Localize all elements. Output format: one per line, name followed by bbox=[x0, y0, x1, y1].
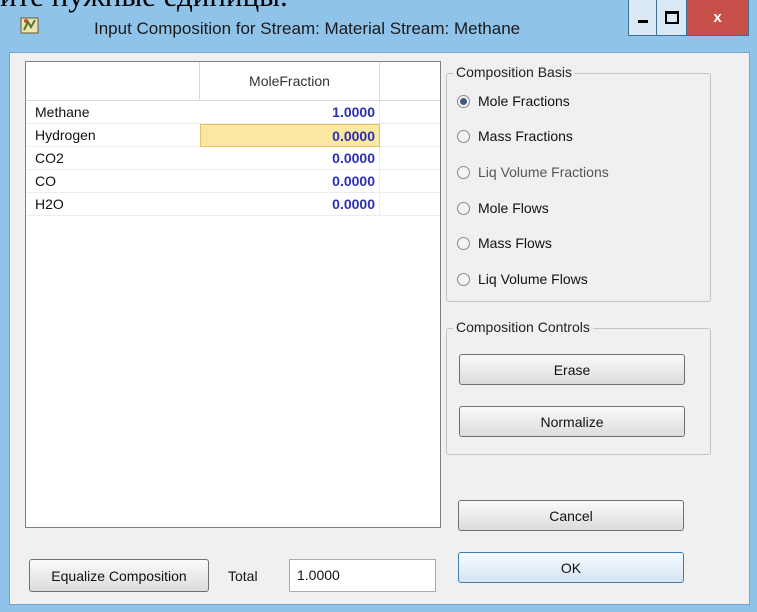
radio-liq-volume-fractions: Liq Volume Fractions bbox=[457, 162, 609, 182]
document-text-fragment: ите нужные единицы. bbox=[0, 0, 757, 18]
minimize-icon bbox=[637, 20, 648, 23]
ok-button[interactable]: OK bbox=[458, 552, 684, 583]
row-filler bbox=[380, 170, 440, 193]
row-filler bbox=[380, 101, 440, 124]
erase-button[interactable]: Erase bbox=[459, 354, 685, 385]
component-name: CO bbox=[26, 170, 200, 193]
dialog-body: MoleFraction Methane 1.0000 Hydrogen 0.0… bbox=[9, 52, 750, 605]
radio-label: Liq Volume Flows bbox=[478, 271, 588, 287]
radio-icon bbox=[457, 165, 470, 179]
column-header-molefraction[interactable]: MoleFraction bbox=[200, 62, 380, 101]
radio-mass-flows[interactable]: Mass Flows bbox=[457, 233, 552, 253]
composition-basis-title: Composition Basis bbox=[453, 64, 575, 80]
mole-fraction-cell[interactable]: 0.0000 bbox=[200, 170, 380, 193]
equalize-composition-button[interactable]: Equalize Composition bbox=[29, 559, 209, 592]
cancel-button[interactable]: Cancel bbox=[458, 500, 684, 531]
mole-fraction-cell[interactable]: 0.0000 bbox=[200, 193, 380, 216]
row-filler bbox=[380, 147, 440, 170]
grid-corner-header bbox=[26, 62, 200, 101]
radio-mole-flows[interactable]: Mole Flows bbox=[457, 198, 549, 218]
table-row[interactable]: Methane 1.0000 bbox=[26, 101, 440, 124]
table-row[interactable]: Hydrogen 0.0000 bbox=[26, 124, 440, 147]
radio-icon bbox=[457, 272, 470, 286]
table-row[interactable]: H2O 0.0000 bbox=[26, 193, 440, 216]
component-name: Methane bbox=[26, 101, 200, 124]
composition-controls-group: Composition Controls Erase Normalize bbox=[446, 319, 711, 455]
window-title: Input Composition for Stream: Material S… bbox=[94, 19, 521, 38]
radio-icon bbox=[457, 129, 470, 143]
mole-fraction-cell[interactable]: 0.0000 bbox=[200, 147, 380, 170]
radio-label: Mass Flows bbox=[478, 235, 552, 251]
table-row[interactable]: CO2 0.0000 bbox=[26, 147, 440, 170]
composition-grid[interactable]: MoleFraction Methane 1.0000 Hydrogen 0.0… bbox=[25, 61, 441, 528]
radio-label: Mole Flows bbox=[478, 200, 549, 216]
radio-label: Liq Volume Fractions bbox=[478, 164, 609, 180]
normalize-button[interactable]: Normalize bbox=[459, 406, 685, 437]
composition-controls-title: Composition Controls bbox=[453, 319, 593, 335]
component-name: Hydrogen bbox=[26, 124, 200, 147]
row-filler bbox=[380, 193, 440, 216]
radio-icon bbox=[457, 236, 470, 250]
total-field[interactable]: 1.0000 bbox=[289, 559, 436, 592]
mole-fraction-cell[interactable]: 1.0000 bbox=[200, 101, 380, 124]
total-label: Total bbox=[228, 568, 258, 584]
component-name: H2O bbox=[26, 193, 200, 216]
component-name: CO2 bbox=[26, 147, 200, 170]
composition-basis-group: Composition Basis Mole Fractions Mass Fr… bbox=[446, 64, 711, 302]
flowsheet-app-icon bbox=[20, 17, 39, 34]
radio-mass-fractions[interactable]: Mass Fractions bbox=[457, 126, 573, 146]
radio-icon bbox=[457, 201, 470, 215]
table-row[interactable]: CO 0.0000 bbox=[26, 170, 440, 193]
radio-label: Mole Fractions bbox=[478, 93, 570, 109]
mole-fraction-cell-selected[interactable]: 0.0000 bbox=[200, 124, 380, 147]
row-filler bbox=[380, 124, 440, 147]
radio-mole-fractions[interactable]: Mole Fractions bbox=[457, 91, 570, 111]
grid-filler-header bbox=[380, 62, 440, 101]
radio-selected-icon bbox=[457, 94, 470, 108]
radio-liq-volume-flows[interactable]: Liq Volume Flows bbox=[457, 269, 588, 289]
radio-label: Mass Fractions bbox=[478, 128, 573, 144]
dialog-window: Input Composition for Stream: Material S… bbox=[0, 0, 757, 612]
